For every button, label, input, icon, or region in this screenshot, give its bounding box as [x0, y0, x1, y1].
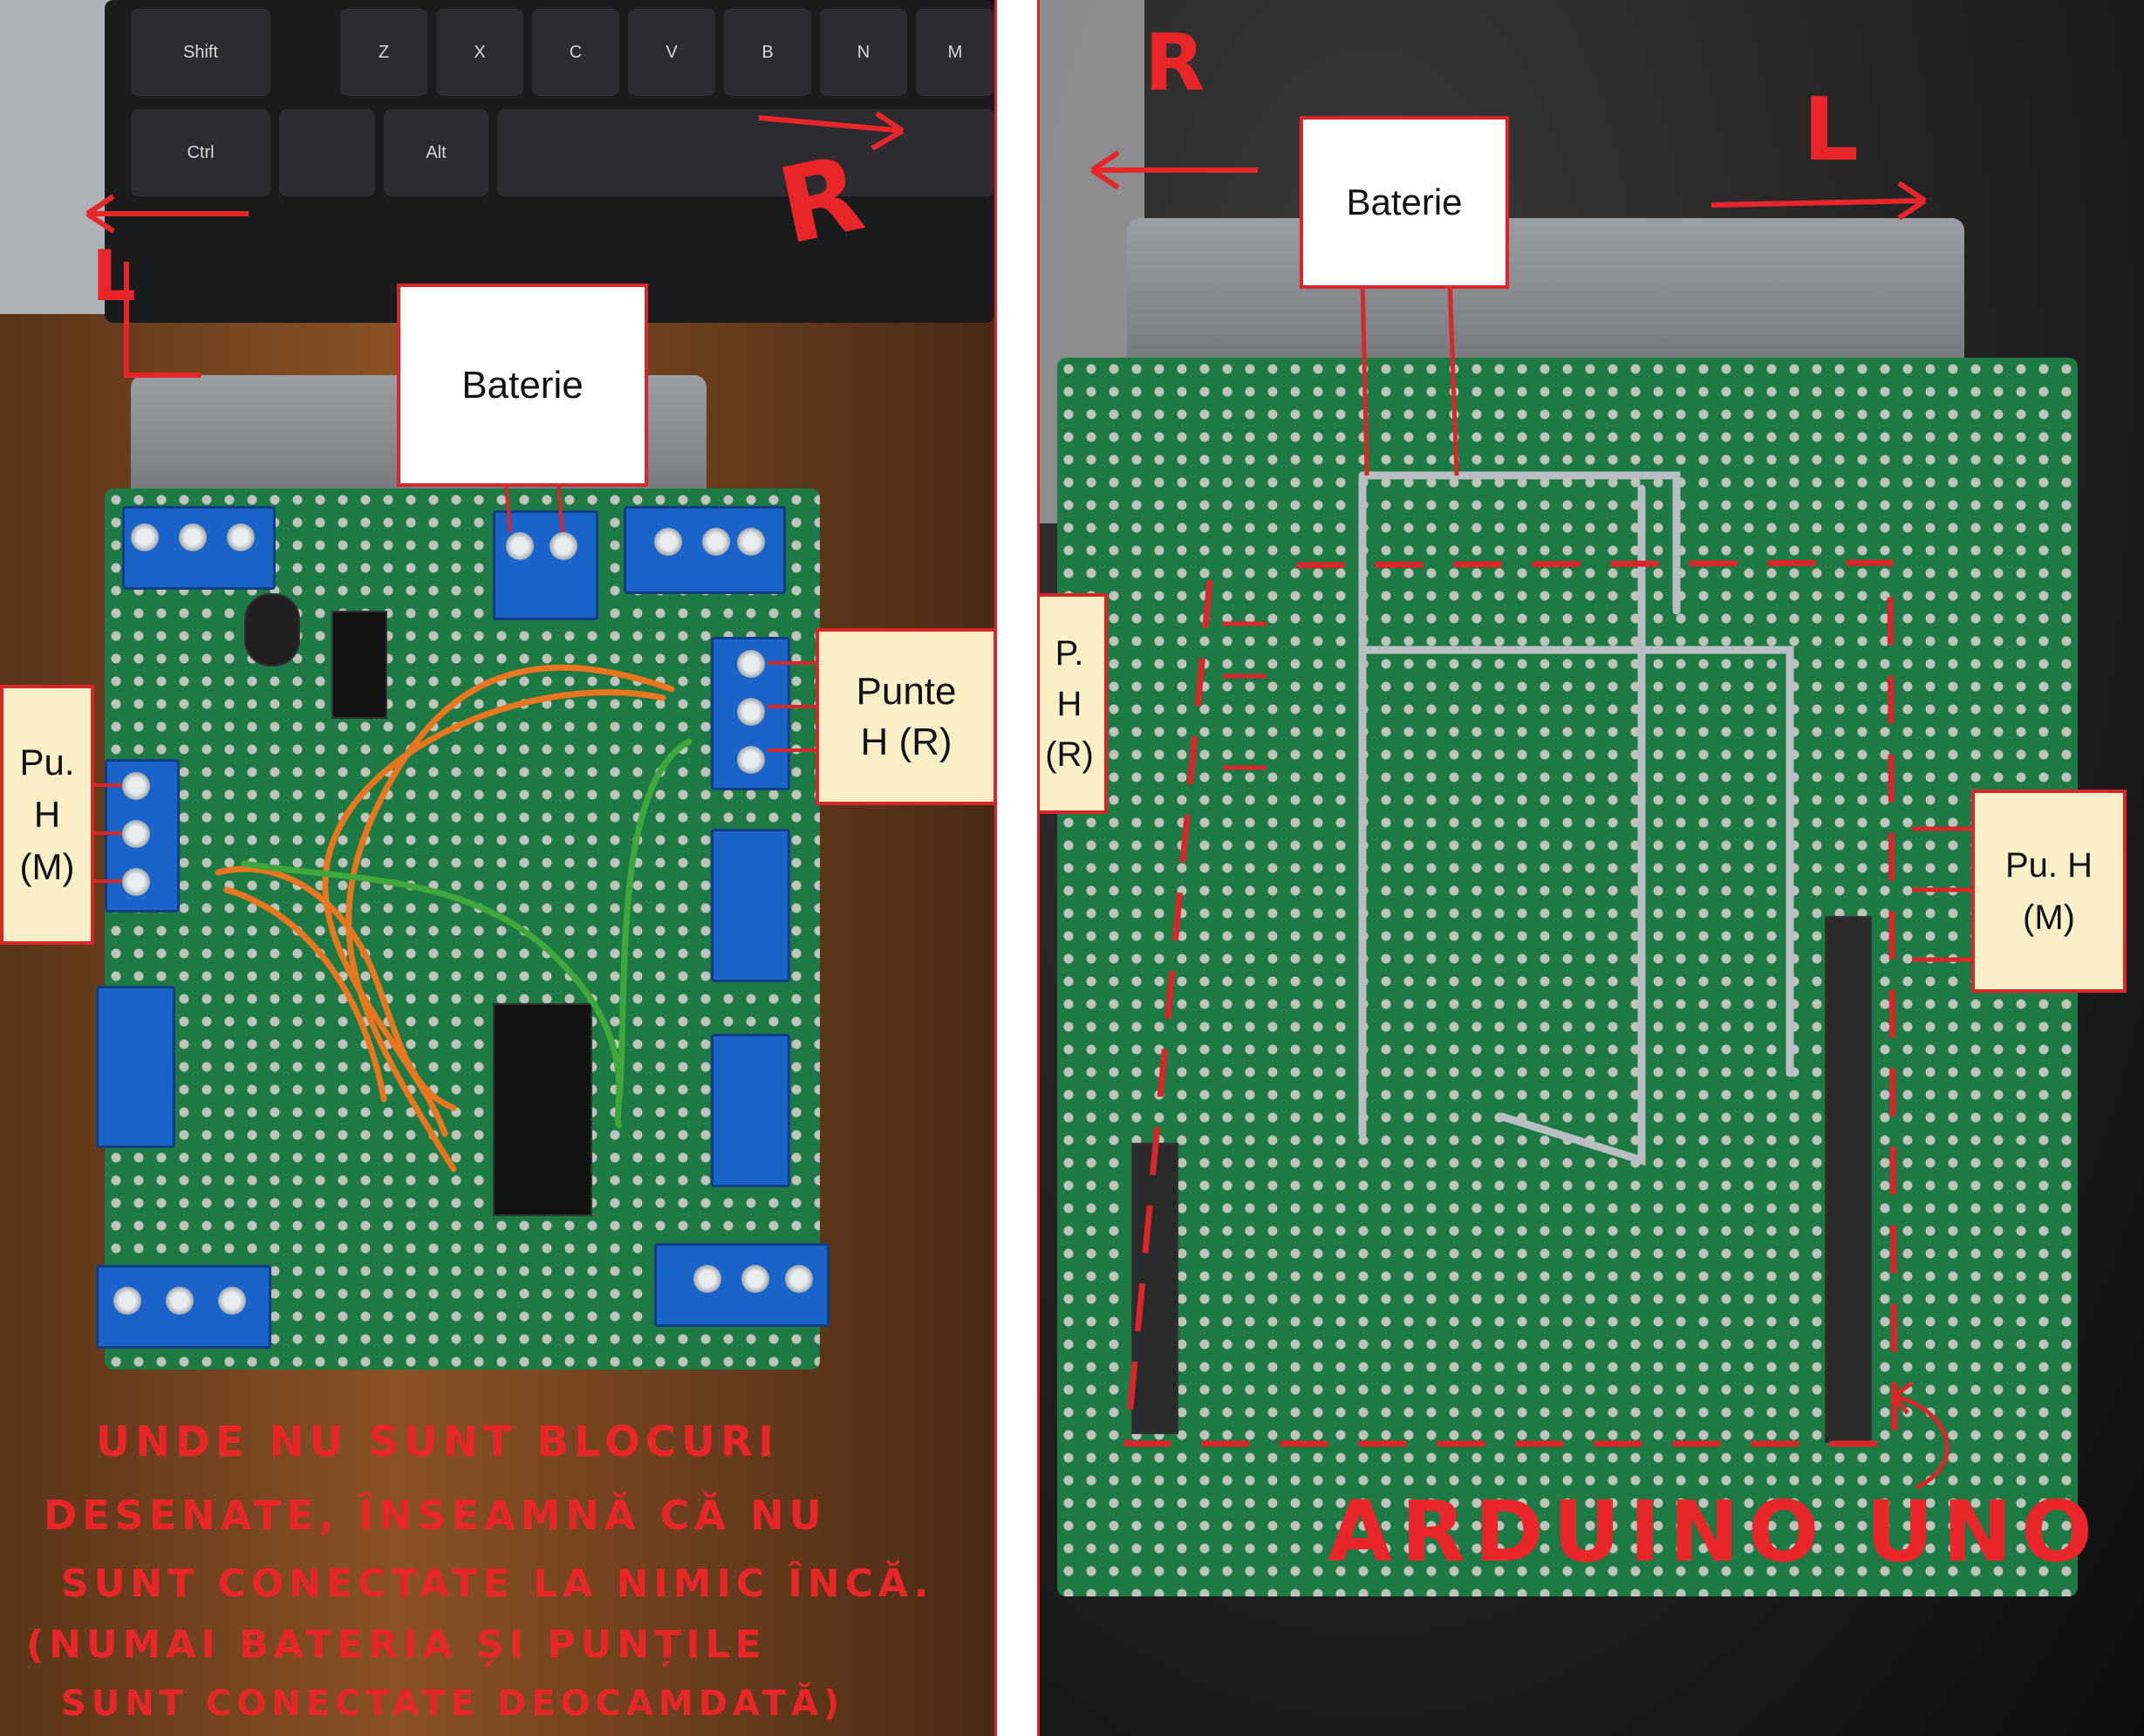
bridge-motor-label: Pu. H (M) — [1971, 789, 2127, 993]
battery-label: Baterie — [1300, 116, 1509, 289]
battery-label: Baterie — [397, 284, 648, 487]
note-line-2: DESENATE, ÎNSEAMNĂ CĂ NU — [44, 1492, 827, 1539]
arduino-label: ARDUINO UNO — [1328, 1483, 2101, 1581]
note-line-4: (NUMAI BATERIA ȘI PUNȚILE — [26, 1623, 767, 1667]
bridge-right-label: P. H (R) — [1040, 593, 1108, 814]
direction-label-left: L — [1803, 79, 1864, 181]
direction-label-left: L — [92, 236, 141, 317]
note-line-3: SUNT CONECTATE LA NIMIC ÎNCĂ. — [61, 1562, 934, 1606]
bridge-right-label: Punte H (R) — [816, 628, 994, 805]
note-line-1: UNDE NU SUNT BLOCURI — [96, 1418, 779, 1466]
annotation-arrows — [74, 111, 905, 883]
left-photo: Shift Z X C V B N M Ctrl Alt L R Baterie… — [0, 0, 994, 1736]
direction-label-right: R — [1144, 17, 1211, 109]
right-photo: R L Baterie P. H (R) Pu. H (M) ARDUINO U… — [1040, 0, 2144, 1736]
bridge-motor-label: Pu. H (M) — [0, 685, 94, 945]
separator-gap — [997, 0, 1040, 1736]
note-line-5: SUNT CONECTATE DEOCAMDATĂ) — [61, 1684, 845, 1724]
